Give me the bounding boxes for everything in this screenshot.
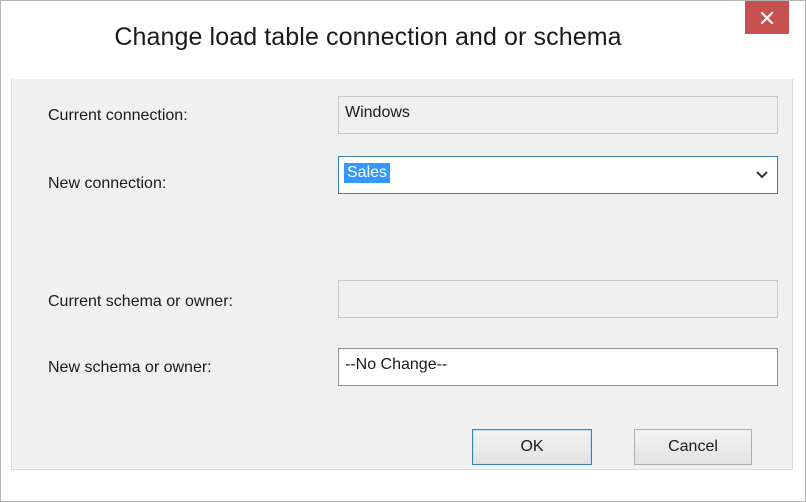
title-bar[interactable]: Change load table connection and or sche… (1, 1, 805, 79)
cancel-button[interactable]: Cancel (634, 429, 752, 465)
current-schema-label: Current schema or owner: (48, 293, 233, 310)
new-schema-label: New schema or owner: (48, 359, 212, 376)
new-schema-input[interactable]: --No Change-- (338, 348, 778, 386)
dialog-body: Current connection: Windows New connecti… (11, 79, 793, 470)
current-connection-label: Current connection: (48, 107, 188, 124)
new-connection-dropdown[interactable]: Sales (338, 156, 778, 194)
dialog-title: Change load table connection and or sche… (114, 23, 622, 51)
close-icon (760, 11, 774, 24)
ok-button[interactable]: OK (472, 429, 592, 465)
chevron-down-icon[interactable] (755, 169, 769, 181)
current-connection-value: Windows (345, 104, 410, 121)
new-connection-selected-value: Sales (344, 163, 391, 183)
current-schema-field (338, 280, 778, 318)
close-button[interactable] (745, 1, 789, 34)
change-connection-dialog: Change load table connection and or sche… (0, 0, 806, 502)
new-connection-label: New connection: (48, 175, 167, 192)
new-schema-value: --No Change-- (345, 356, 448, 373)
current-connection-field: Windows (338, 96, 778, 134)
